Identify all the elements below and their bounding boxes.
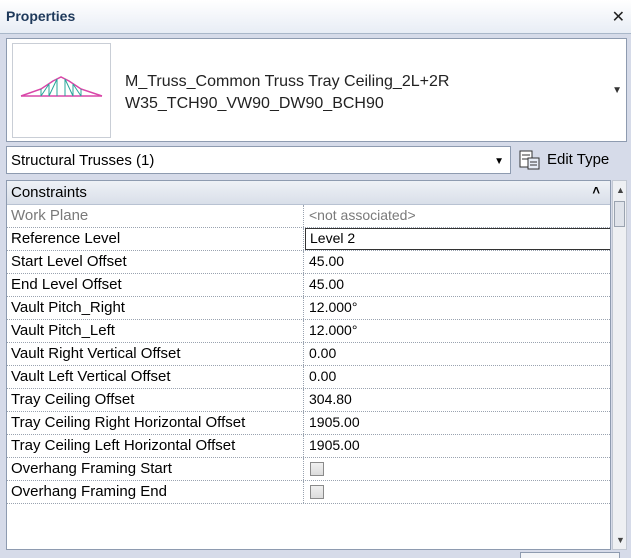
property-row[interactable]: Start Level Offset 45.00 [7, 251, 610, 274]
property-value: <not associated> [309, 207, 416, 223]
property-row[interactable]: Tray Ceiling Offset 304.80 [7, 389, 610, 412]
property-row[interactable]: Vault Left Vertical Offset 0.00 [7, 366, 610, 389]
property-row[interactable]: End Level Offset 45.00 [7, 274, 610, 297]
edit-type-button[interactable]: Edit Type [517, 148, 627, 172]
vertical-scrollbar[interactable]: ▲ ▼ [612, 180, 627, 550]
group-label: Constraints [11, 184, 87, 201]
property-name: Tray Ceiling Right Horizontal Offset [7, 412, 304, 434]
property-name: Vault Pitch_Left [7, 320, 304, 342]
group-header-constraints[interactable]: Constraints ˄ [7, 181, 610, 205]
property-value-cell [305, 458, 610, 480]
property-value-field[interactable]: 12.000° [305, 320, 610, 342]
type-selector[interactable]: M_Truss_Common Truss Tray Ceiling_2L+2R … [6, 38, 627, 142]
type-dropdown-icon[interactable]: ▼ [612, 85, 622, 96]
property-value-field[interactable]: 45.00 [305, 274, 610, 296]
property-row[interactable]: Reference Level Level 2 [7, 228, 610, 251]
property-row[interactable]: Overhang Framing End [7, 481, 610, 504]
overhang-end-checkbox[interactable] [310, 485, 324, 499]
property-name: Start Level Offset [7, 251, 304, 273]
selection-filter-dropdown[interactable]: Structural Trusses (1) ▼ [6, 146, 511, 174]
apply-button[interactable] [520, 552, 620, 558]
property-value-field[interactable]: 304.80 [305, 389, 610, 411]
type-name-line1: M_Truss_Common Truss Tray Ceiling_2L+2R [125, 73, 450, 90]
property-row[interactable]: Vault Pitch_Left 12.000° [7, 320, 610, 343]
scroll-up-icon[interactable]: ▲ [616, 185, 625, 195]
property-name: Vault Right Vertical Offset [7, 343, 304, 365]
property-name: End Level Offset [7, 274, 304, 296]
overhang-start-checkbox[interactable] [310, 462, 324, 476]
chevron-down-icon: ▼ [494, 156, 504, 167]
property-row[interactable]: Tray Ceiling Left Horizontal Offset 1905… [7, 435, 610, 458]
truss-thumbnail-icon [12, 43, 111, 138]
property-row[interactable]: Tray Ceiling Right Horizontal Offset 190… [7, 412, 610, 435]
property-value-field[interactable]: 1905.00 [305, 435, 610, 457]
scroll-down-icon[interactable]: ▼ [616, 535, 625, 545]
selection-row: Structural Trusses (1) ▼ Edit Type [6, 146, 627, 176]
property-name: Reference Level [7, 228, 304, 250]
property-row[interactable]: Overhang Framing Start [7, 458, 610, 481]
property-value-dropdown[interactable]: Level 2 [305, 228, 610, 250]
property-name: Vault Pitch_Right [7, 297, 304, 319]
scroll-thumb[interactable] [614, 201, 625, 227]
property-value-cell [305, 481, 610, 503]
properties-grid: Constraints ˄ Work Plane <not associated… [6, 180, 611, 550]
property-value-field[interactable]: 0.00 [305, 343, 610, 365]
title-bar: Properties ✕ [0, 0, 631, 34]
property-name: Overhang Framing Start [7, 458, 304, 480]
close-icon[interactable]: ✕ [612, 7, 625, 27]
selection-filter-label: Structural Trusses (1) [11, 152, 155, 169]
property-name: Tray Ceiling Offset [7, 389, 304, 411]
property-name: Overhang Framing End [7, 481, 304, 503]
properties-panel: Properties ✕ M_Truss_Common Truss Tray C… [0, 0, 631, 558]
property-name: Vault Left Vertical Offset [7, 366, 304, 388]
collapse-icon: ˄ [592, 183, 600, 198]
property-row[interactable]: Vault Right Vertical Offset 0.00 [7, 343, 610, 366]
panel-title: Properties [6, 8, 76, 24]
property-value-field[interactable]: 0.00 [305, 366, 610, 388]
property-row[interactable]: Vault Pitch_Right 12.000° [7, 297, 610, 320]
type-name-line2: W35_TCH90_VW90_DW90_BCH90 [125, 95, 384, 112]
property-name: Tray Ceiling Left Horizontal Offset [7, 435, 304, 457]
property-value-field[interactable]: 1905.00 [305, 412, 610, 434]
property-value-field[interactable]: 45.00 [305, 251, 610, 273]
property-row: Work Plane <not associated> [7, 205, 610, 228]
edit-type-label: Edit Type [547, 151, 610, 168]
edit-type-icon [519, 150, 540, 170]
property-value-field[interactable]: 12.000° [305, 297, 610, 319]
property-name: Work Plane [7, 205, 304, 227]
type-name: M_Truss_Common Truss Tray Ceiling_2L+2R … [125, 71, 449, 115]
